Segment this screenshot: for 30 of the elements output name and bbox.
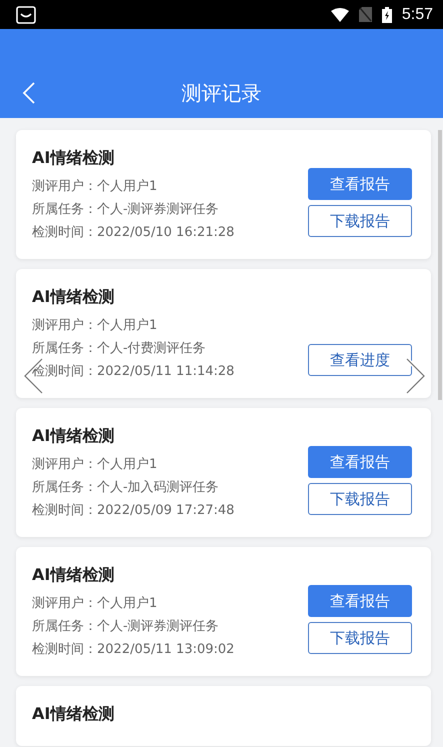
record-title: AI情绪检测 [32, 704, 114, 724]
record-field: 所属任务：个人-测评券测评任务 [32, 617, 234, 637]
view-report-button[interactable]: 查看报告 [308, 446, 412, 478]
record-field: 所属任务：个人-付费测评任务 [32, 339, 234, 359]
record-title: AI情绪检测 [32, 148, 116, 168]
record-title: AI情绪检测 [32, 287, 116, 307]
record-field: 所属任务：个人-测评券测评任务 [32, 200, 234, 220]
record-field: 检测时间：2022/05/10 16:21:28 [32, 223, 234, 243]
view-report-button[interactable]: 查看报告 [308, 168, 412, 200]
record-title: AI情绪检测 [32, 426, 116, 446]
record-field: 测评用户：个人用户1 [32, 177, 234, 197]
back-icon[interactable] [22, 81, 36, 105]
record-field: 测评用户：个人用户1 [32, 455, 234, 475]
record-field: 检测时间：2022/05/09 17:27:48 [32, 501, 234, 521]
outline-button[interactable]: 下载报告 [308, 622, 412, 654]
outline-button[interactable]: 下载报告 [308, 483, 412, 515]
record-field: 检测时间：2022/05/11 13:09:02 [32, 640, 234, 660]
status-time: 5:57 [402, 6, 433, 24]
record-field: 测评用户：个人用户1 [32, 594, 234, 614]
record-field: 测评用户：个人用户1 [32, 316, 234, 336]
view-report-button[interactable]: 查看报告 [308, 585, 412, 617]
wifi-icon [330, 8, 349, 22]
battery-charging-icon [382, 6, 392, 22]
page-title: 测评记录 [182, 80, 262, 106]
no-sim-icon [358, 7, 372, 22]
outline-button[interactable]: 查看进度 [308, 344, 412, 376]
record-title: AI情绪检测 [32, 565, 116, 585]
record-field: 所属任务：个人-加入码测评任务 [32, 478, 234, 498]
outline-button[interactable]: 下载报告 [308, 205, 412, 237]
app-notification-icon [16, 6, 36, 24]
